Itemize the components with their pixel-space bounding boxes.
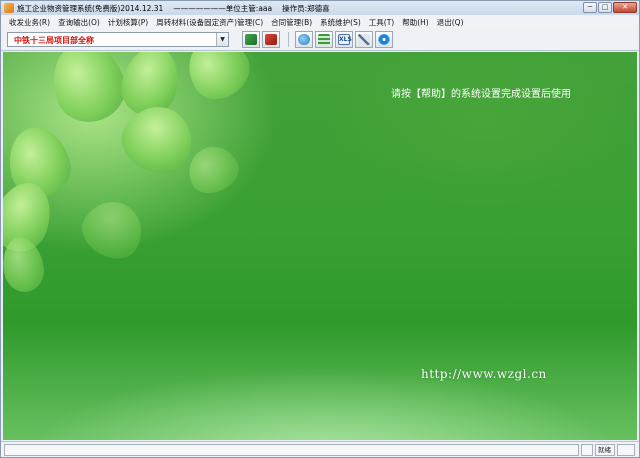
menu-turnover-materials[interactable]: 周转材料(设备固定资产)管理(C) xyxy=(152,17,267,28)
toolbar-button-green-book[interactable] xyxy=(242,31,260,48)
title-operator: 操作员:郑德喜 xyxy=(282,4,330,13)
toolbar-button-grid-report[interactable] xyxy=(315,31,333,48)
toolbar-button-excel-export[interactable]: XLS xyxy=(335,31,353,48)
menu-system-maintenance[interactable]: 系统维护(S) xyxy=(316,17,365,28)
red-book-icon xyxy=(265,34,277,45)
green-book-icon xyxy=(245,34,257,45)
globe-folder-icon xyxy=(298,34,310,45)
ie-browser-icon xyxy=(378,34,390,45)
website-url: http://www.wzgl.cn xyxy=(421,367,547,381)
menu-plan-accounting[interactable]: 计划核算(P) xyxy=(104,17,152,28)
status-pane-ready: 就绪 xyxy=(595,444,615,456)
app-window: 施工企业物资管理系统(免费版)2014.12.31 ———————单位主管:aaa… xyxy=(0,0,640,458)
leaf-decoration xyxy=(3,233,48,296)
status-pane-small xyxy=(581,444,593,456)
leaf-decoration xyxy=(176,52,260,110)
toolbar-button-tools[interactable] xyxy=(355,31,373,48)
toolbar-button-red-book[interactable] xyxy=(262,31,280,48)
title-app-name: 施工企业物资管理系统(免费版)2014.12.31 xyxy=(17,4,164,13)
menu-bar: 收发业务(R) 查询输出(O) 计划核算(P) 周转材料(设备固定资产)管理(C… xyxy=(1,15,639,29)
window-title: 施工企业物资管理系统(免费版)2014.12.31 ———————单位主管:aaa… xyxy=(17,3,340,14)
toolbar: 中铁十三局项目部全称 ▼ XLS xyxy=(1,29,639,51)
status-pane-extra xyxy=(617,444,635,456)
status-pane-main xyxy=(4,444,579,456)
menu-exit[interactable]: 退出(Q) xyxy=(433,17,468,28)
toolbar-separator xyxy=(288,32,289,47)
excel-export-icon: XLS xyxy=(338,34,352,45)
menu-help[interactable]: 帮助(H) xyxy=(398,17,433,28)
menu-query-output[interactable]: 查询输出(O) xyxy=(54,17,104,28)
close-button[interactable]: ✕ xyxy=(613,2,637,13)
project-select[interactable]: 中铁十三局项目部全称 ▼ xyxy=(7,32,229,47)
project-select-value: 中铁十三局项目部全称 xyxy=(14,35,94,45)
tools-icon xyxy=(358,34,370,45)
status-bar: 就绪 xyxy=(1,441,639,457)
maximize-button[interactable]: □ xyxy=(598,2,612,13)
menu-contract[interactable]: 合同管理(B) xyxy=(267,17,316,28)
toolbar-button-ie-browser[interactable] xyxy=(375,31,393,48)
title-bar[interactable]: 施工企业物资管理系统(免费版)2014.12.31 ———————单位主管:aaa… xyxy=(1,1,639,15)
menu-receive-issue[interactable]: 收发业务(R) xyxy=(5,17,54,28)
app-icon xyxy=(4,3,14,13)
main-background: 请按【帮助】的系统设置完成设置后使用 http://www.wzgl.cn xyxy=(3,52,637,440)
window-controls: ─ □ ✕ xyxy=(583,2,637,13)
chevron-down-icon[interactable]: ▼ xyxy=(216,33,228,46)
minimize-button[interactable]: ─ xyxy=(583,2,597,13)
toolbar-button-globe-folder[interactable] xyxy=(295,31,313,48)
grid-report-icon xyxy=(318,34,330,45)
setup-hint-text: 请按【帮助】的系统设置完成设置后使用 xyxy=(391,89,571,100)
menu-tools[interactable]: 工具(T) xyxy=(365,17,398,28)
title-unit-manager: ———————单位主管:aaa xyxy=(173,4,273,13)
leaf-decoration xyxy=(73,190,153,269)
